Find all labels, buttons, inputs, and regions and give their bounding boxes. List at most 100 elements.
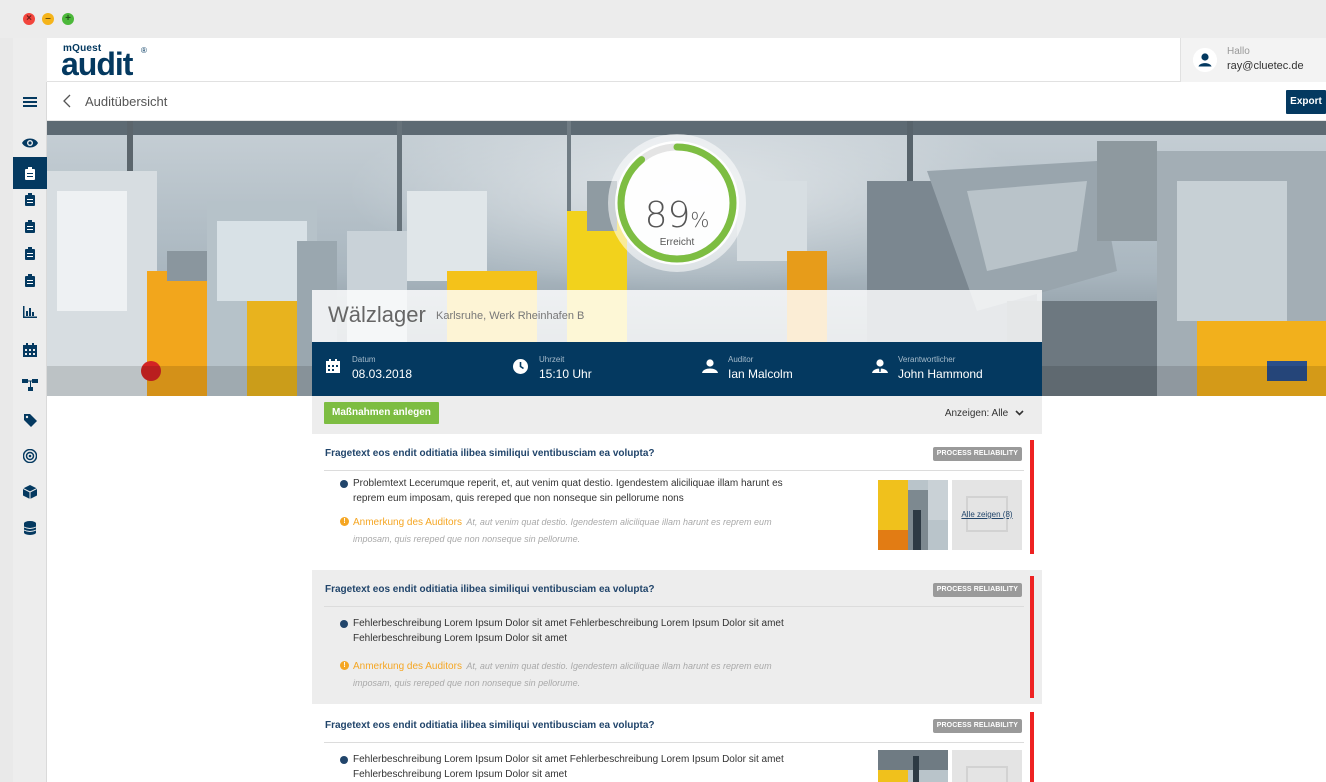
responsible-value: John Hammond — [898, 367, 983, 381]
calendar-icon — [23, 343, 37, 357]
clock-icon — [513, 359, 528, 374]
sidebar-item-overview[interactable] — [13, 127, 47, 159]
cube-icon — [23, 485, 37, 499]
severity-bar — [1030, 712, 1034, 782]
audit-title-card: Wälzlager Karlsruhe, Werk Rheinhafen B — [312, 290, 1042, 342]
image-placeholder-icon — [966, 766, 1008, 782]
gauge-unit: % — [690, 208, 710, 232]
user-tie-icon — [872, 359, 888, 373]
photo-thumbnail[interactable] — [878, 480, 948, 550]
auditor-note-label: Anmerkung des Auditors — [353, 661, 462, 672]
time-value: 15:10 Uhr — [539, 367, 592, 381]
sidebar-nav — [13, 82, 47, 782]
user-icon — [1193, 48, 1217, 72]
create-measures-button[interactable]: Maßnahmen anlegen — [324, 402, 439, 424]
sidebar-item-audit-3[interactable] — [13, 212, 47, 240]
category-badge: PROCESS RELIABILITY — [932, 719, 1022, 733]
zoom-icon: + — [65, 13, 71, 24]
auditor-note: Anmerkung des Auditors At, aut venim qua… — [353, 657, 793, 691]
category-badge: PROCESS RELIABILITY — [932, 583, 1022, 597]
database-icon — [24, 521, 36, 535]
audit-meta-bar: Datum 08.03.2018 Uhrzeit 15:10 Uhr Audit… — [312, 342, 1042, 396]
question-toolbar: Maßnahmen anlegen Anzeigen: Alle — [312, 396, 1042, 434]
gauge-label: Erreicht — [659, 237, 695, 248]
clipboard-icon — [25, 192, 35, 206]
problem-text: Problemtext Lecerumque reperit, et, aut … — [353, 478, 783, 504]
avatar — [1193, 48, 1217, 72]
clipboard-icon — [25, 166, 35, 180]
severity-bar — [1030, 576, 1034, 698]
clipboard-icon — [25, 273, 35, 287]
date-value: 08.03.2018 — [352, 367, 413, 381]
auditor-note-label: Anmerkung des Auditors — [353, 517, 462, 528]
user-menu[interactable]: Hallo ray@cluetec.de — [1180, 38, 1326, 82]
export-button[interactable]: Export — [1286, 90, 1326, 114]
app-header: mQuest audit ® Hallo ray@cluetec.de — [47, 38, 1326, 82]
close-icon: × — [26, 13, 32, 24]
machine-photo — [878, 480, 948, 550]
logo-big-text: audit — [61, 46, 133, 82]
chevron-down-icon — [1015, 410, 1024, 416]
responsible-label: Verantwortlicher — [898, 355, 956, 364]
breadcrumb[interactable]: Auditübersicht — [85, 94, 167, 109]
question-title: Fragetext eos endit oditiatia ilibea sim… — [325, 720, 655, 731]
more-photos-tile[interactable]: Alle zeigen (8) — [952, 480, 1022, 550]
machine-photo — [878, 750, 948, 782]
photo-thumbnail[interactable] — [878, 750, 948, 782]
hero-banner: 89% Erreicht Wälzlager Karlsruhe, Werk R… — [47, 121, 1326, 396]
target-icon — [23, 449, 37, 463]
bullet-icon — [340, 756, 348, 764]
show-all-link[interactable]: Alle zeigen (8) — [952, 510, 1022, 519]
nav-corner — [13, 38, 47, 82]
sidebar-item-targets[interactable] — [13, 440, 47, 472]
clipboard-icon — [25, 246, 35, 260]
divider — [324, 606, 1024, 607]
breadcrumb-bar: Auditübersicht Export — [47, 83, 1326, 121]
gauge-number: 89 — [644, 195, 691, 236]
close-window-button[interactable]: × — [23, 13, 35, 25]
auditor-note: Anmerkung des Auditors At, aut venim qua… — [353, 513, 793, 547]
user-email: ray@cluetec.de — [1227, 60, 1304, 72]
minimize-window-button[interactable]: – — [42, 13, 54, 25]
sidebar-item-calendar[interactable] — [13, 334, 47, 366]
app-logo[interactable]: mQuest audit ® — [61, 42, 171, 82]
chart-icon — [23, 306, 37, 318]
date-label: Datum — [352, 355, 376, 364]
audit-location: Karlsruhe, Werk Rheinhafen B — [436, 310, 585, 322]
audit-title: Wälzlager — [328, 302, 426, 327]
logo-registered-mark: ® — [141, 46, 147, 55]
app-window: mQuest audit ® Hallo ray@cluetec.de Audi… — [13, 38, 1326, 782]
question-card-1[interactable]: Fragetext eos endit oditiatia ilibea sim… — [312, 434, 1042, 556]
calendar-icon — [326, 359, 340, 373]
sidebar-item-structure[interactable] — [13, 369, 47, 401]
sidebar-item-data[interactable] — [13, 512, 47, 544]
sidebar-item-modules[interactable] — [13, 476, 47, 508]
question-title: Fragetext eos endit oditiatia ilibea sim… — [325, 448, 655, 459]
tag-icon — [23, 413, 37, 427]
greeting-text: Hallo — [1227, 46, 1250, 57]
menu-icon — [23, 97, 37, 107]
gauge-value: 89% — [607, 195, 747, 236]
window-titlebar: × – + — [0, 0, 1326, 38]
divider — [324, 470, 1024, 471]
sidebar-item-tags[interactable] — [13, 404, 47, 436]
divider — [324, 742, 1024, 743]
sidebar-item-audit-4[interactable] — [13, 239, 47, 267]
chevron-left-icon[interactable] — [63, 94, 71, 108]
question-title: Fragetext eos endit oditiatia ilibea sim… — [325, 584, 655, 595]
sidebar-item-audit-2[interactable] — [13, 185, 47, 213]
more-photos-tile[interactable] — [952, 750, 1022, 782]
sidebar-item-menu[interactable] — [13, 83, 47, 121]
achievement-gauge: 89% Erreicht — [607, 133, 747, 273]
auditor-value: Ian Malcolm — [728, 367, 793, 381]
sidebar-item-audit-5[interactable] — [13, 266, 47, 294]
question-card-3[interactable]: Fragetext eos endit oditiatia ilibea sim… — [312, 706, 1042, 782]
bullet-icon — [340, 620, 348, 628]
problem-text: Fehlerbeschreibung Lorem Ipsum Dolor sit… — [353, 618, 784, 644]
sidebar-item-reports[interactable] — [13, 296, 47, 328]
warning-icon: ! — [340, 517, 349, 526]
question-card-2[interactable]: Fragetext eos endit oditiatia ilibea sim… — [312, 570, 1042, 704]
minimize-icon: – — [45, 13, 51, 24]
filter-dropdown[interactable]: Anzeigen: Alle — [945, 408, 1024, 419]
zoom-window-button[interactable]: + — [62, 13, 74, 25]
